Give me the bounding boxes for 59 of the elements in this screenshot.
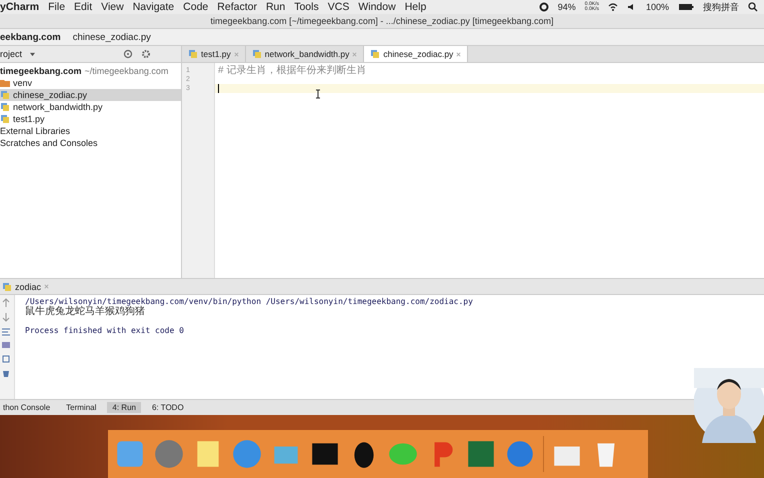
- up-arrow-icon[interactable]: [1, 298, 11, 308]
- breadcrumb-item[interactable]: eekbang.com: [0, 32, 61, 42]
- menu-item[interactable]: Navigate: [132, 1, 174, 13]
- tree-root[interactable]: timegeekbang.com: [0, 66, 82, 76]
- tool-window-button[interactable]: thon Console: [0, 402, 56, 413]
- close-icon[interactable]: [456, 52, 462, 56]
- tool-window-button[interactable]: 4: Run: [107, 402, 141, 413]
- input-method[interactable]: 搜狗拼音: [703, 0, 739, 14]
- python-file-icon: [370, 49, 380, 59]
- menu-item[interactable]: Refactor: [217, 1, 257, 13]
- console-line: /Users/wilsonyin/timegeekbang.com/venv/bin/python /Users/wilsonyin/timegeekbang.com/zodiac.py: [25, 297, 473, 306]
- tool-window-button[interactable]: Terminal: [61, 402, 102, 413]
- menu-item[interactable]: Tools: [294, 1, 319, 13]
- tab-label[interactable]: test1.py: [201, 49, 231, 59]
- menu-item[interactable]: Edit: [74, 1, 92, 13]
- menu-item[interactable]: Code: [183, 1, 208, 13]
- menu-item[interactable]: Help: [404, 1, 426, 13]
- menu-item[interactable]: VCS: [328, 1, 350, 13]
- app-name[interactable]: yCharm: [0, 1, 40, 13]
- menu-item[interactable]: View: [101, 1, 124, 13]
- python-file-icon: [2, 282, 12, 292]
- battery-icon[interactable]: [678, 2, 694, 12]
- status-text: 94%: [558, 2, 576, 12]
- console-line: 鼠牛虎兔龙蛇马羊猴鸡狗猪: [25, 306, 145, 316]
- text-cursor-icon: [315, 89, 321, 99]
- status-text: 100%: [646, 2, 669, 12]
- code-comment: # 记录生肖，根据年份来判断生肖: [218, 66, 366, 75]
- console-line: Process finished with exit code 0: [25, 326, 184, 334]
- root-path: ~/timegeekbang.com: [84, 66, 168, 76]
- tree-item[interactable]: chinese_zodiac.py: [0, 89, 181, 101]
- close-icon[interactable]: [44, 284, 50, 289]
- down-arrow-icon[interactable]: [1, 312, 11, 322]
- menu-item[interactable]: Run: [266, 1, 286, 13]
- tool-window-button[interactable]: 6: TODO: [146, 402, 189, 413]
- ring-icon[interactable]: [538, 2, 549, 12]
- wrap-icon[interactable]: [1, 326, 11, 336]
- tree-item[interactable]: External Libraries: [0, 125, 181, 137]
- tree-item[interactable]: Scratches and Consoles: [0, 137, 181, 149]
- tab-label[interactable]: zodiac: [15, 282, 42, 292]
- tree-item[interactable]: test1.py: [0, 113, 181, 125]
- python-file-icon: [188, 49, 198, 59]
- text-caret: [218, 84, 219, 93]
- close-icon[interactable]: [352, 52, 358, 56]
- tab-label[interactable]: network_bandwidth.py: [264, 49, 350, 59]
- tree-item[interactable]: network_bandwidth.py: [0, 101, 181, 113]
- tab-label[interactable]: chinese_zodiac.py: [383, 49, 454, 59]
- close-icon[interactable]: [234, 52, 239, 56]
- menu-item[interactable]: Window: [358, 1, 396, 13]
- menu-item[interactable]: File: [48, 1, 66, 13]
- window-title: timegeekbang.com [~/timegeekbang.com] - .../chinese_zodiac.py [timegeekbang.com]: [0, 14, 764, 29]
- breadcrumb-item[interactable]: chinese_zodiac.py: [72, 32, 151, 42]
- wifi-icon[interactable]: [608, 2, 618, 12]
- editor-tab[interactable]: chinese_zodiac.py: [364, 46, 468, 62]
- target-icon[interactable]: [123, 49, 133, 59]
- caret-icon[interactable]: [30, 52, 36, 56]
- panel-title[interactable]: roject: [0, 49, 22, 59]
- python-file-icon: [252, 49, 262, 59]
- tree-item[interactable]: venv: [0, 77, 181, 89]
- search-icon[interactable]: [748, 2, 758, 12]
